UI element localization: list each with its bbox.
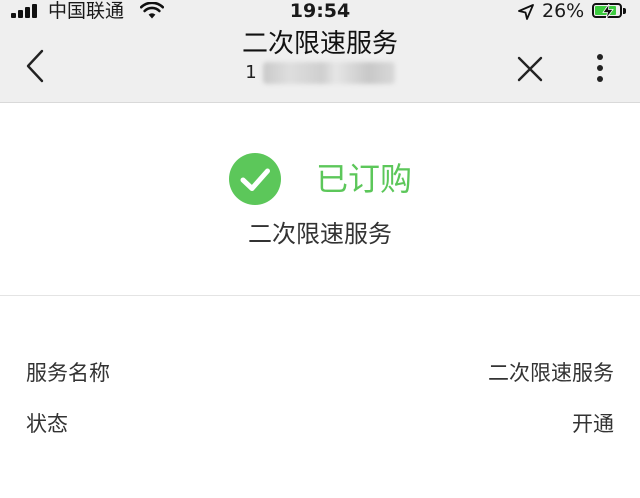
- detail-value: 二次限速服务: [488, 361, 614, 385]
- detail-row-service-name: 服务名称 二次限速服务: [26, 358, 614, 388]
- detail-value: 开通: [572, 412, 614, 436]
- check-circle-icon: [229, 153, 281, 205]
- ordered-service-name: 二次限速服务: [248, 220, 392, 248]
- more-options-button[interactable]: [588, 50, 612, 86]
- more-vertical-icon: [597, 54, 603, 82]
- app-header: 中国联通 19:54 26% 二次限速服务 1: [0, 0, 640, 103]
- battery-charging-icon: [592, 3, 626, 19]
- detail-label: 服务名称: [26, 361, 110, 385]
- subtitle-phone-prefix: 1: [245, 62, 257, 83]
- detail-label: 状态: [26, 412, 68, 436]
- order-success-panel: 已订购 二次限速服务: [0, 103, 640, 295]
- battery-percent: 26%: [542, 0, 585, 22]
- close-button[interactable]: [515, 54, 545, 84]
- status-bar: 中国联通 19:54 26%: [0, 0, 640, 24]
- order-status-title: 已订购: [316, 160, 413, 198]
- redacted-phone-number: [262, 62, 395, 84]
- detail-row-status: 状态 开通: [26, 409, 614, 439]
- section-divider: [0, 295, 640, 296]
- close-icon: [517, 56, 543, 82]
- location-arrow-icon: [518, 3, 534, 25]
